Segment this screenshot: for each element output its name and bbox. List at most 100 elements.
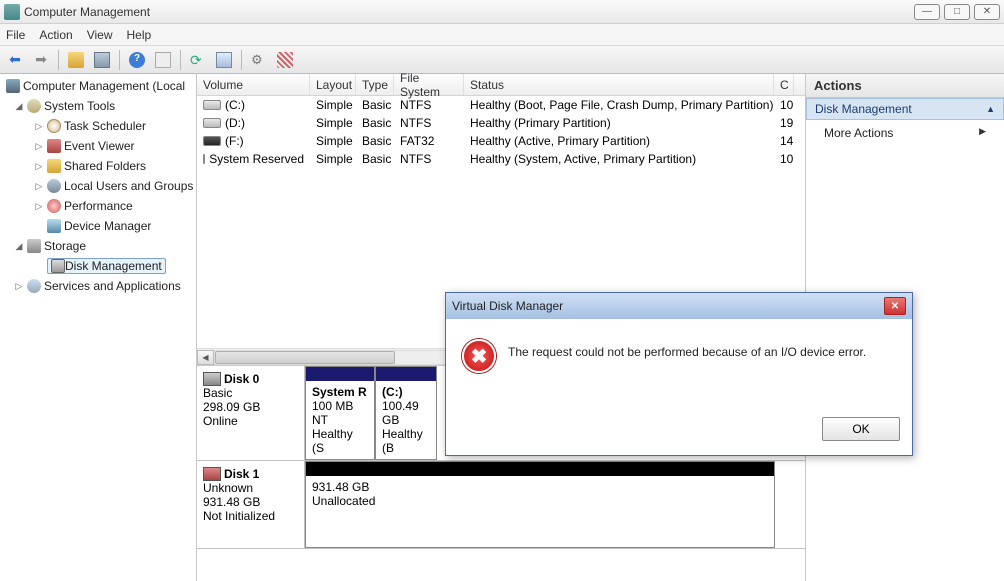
tree-device-manager[interactable]: Device Manager	[64, 219, 151, 233]
expand-icon[interactable]: ▷	[34, 141, 44, 152]
back-button[interactable]	[4, 49, 26, 71]
help-icon: ?	[129, 52, 145, 68]
col-type[interactable]: Type	[356, 74, 394, 95]
volume-row[interactable]: (F:)SimpleBasicFAT32Healthy (Active, Pri…	[197, 132, 805, 150]
tb-list-button[interactable]	[213, 49, 235, 71]
dialog-titlebar[interactable]: Virtual Disk Manager ✕	[446, 293, 912, 319]
expand-icon[interactable]: ▷	[34, 121, 44, 132]
toolbar-separator	[180, 50, 181, 70]
volume-name: (D:)	[225, 116, 245, 130]
expand-icon[interactable]: ▷	[34, 201, 44, 212]
tb-help-button[interactable]: ?	[126, 49, 148, 71]
properties-icon	[94, 52, 110, 68]
disk1-partitions: 931.48 GB Unallocated	[305, 461, 805, 548]
services-icon	[27, 279, 41, 293]
menu-action[interactable]: Action	[39, 28, 72, 42]
partition-system-reserved[interactable]: System R 100 MB NT Healthy (S	[305, 366, 375, 460]
expand-icon[interactable]: ▷	[34, 181, 44, 192]
tree-event-viewer[interactable]: Event Viewer	[64, 139, 134, 153]
drive-icon	[203, 100, 221, 110]
partition-c[interactable]: (C:) 100.49 GB Healthy (B	[375, 366, 437, 460]
partition-header	[376, 367, 436, 381]
menu-view[interactable]: View	[87, 28, 113, 42]
error-icon: ✖	[462, 339, 496, 373]
arrow-left-icon	[9, 51, 21, 68]
disk-row: Disk 1 Unknown 931.48 GB Not Initialized…	[197, 461, 805, 549]
volume-filesystem: FAT32	[394, 134, 464, 148]
volume-type: Basic	[356, 116, 394, 130]
volume-row[interactable]: System ReservedSimpleBasicNTFSHealthy (S…	[197, 150, 805, 168]
volume-name: System Reserved	[209, 152, 304, 166]
expand-icon[interactable]: ◢	[14, 241, 24, 252]
ok-button[interactable]: OK	[822, 417, 900, 441]
submenu-icon: ▶	[979, 126, 986, 140]
drive-icon	[203, 118, 221, 128]
volume-status: Healthy (System, Active, Primary Partiti…	[464, 152, 774, 166]
expand-icon[interactable]: ◢	[14, 101, 24, 112]
tree-task-scheduler[interactable]: Task Scheduler	[64, 119, 146, 133]
tree-system-tools[interactable]: System Tools	[44, 99, 115, 113]
partition-unallocated[interactable]: 931.48 GB Unallocated	[305, 461, 775, 548]
tree-performance[interactable]: Performance	[64, 199, 133, 213]
tree-services[interactable]: Services and Applications	[44, 279, 181, 293]
window-title: Computer Management	[24, 5, 910, 19]
volume-capacity: 14	[774, 134, 794, 148]
partition-header	[306, 367, 374, 381]
disk-icon	[203, 372, 221, 386]
navigation-tree: Computer Management (Local ◢ System Tools…	[0, 74, 197, 581]
tb-refresh-button[interactable]	[187, 49, 209, 71]
col-capacity[interactable]: C	[774, 74, 794, 95]
tree-root[interactable]: Computer Management (Local	[23, 79, 185, 93]
tb-stripes-button[interactable]	[274, 49, 296, 71]
storage-icon	[27, 239, 41, 253]
actions-section-disk-management[interactable]: Disk Management ▲	[806, 98, 1004, 120]
disk-error-icon	[203, 467, 221, 481]
maximize-button[interactable]: □	[944, 4, 970, 20]
tb-properties-button[interactable]	[91, 49, 113, 71]
tb-sheet-button[interactable]	[152, 49, 174, 71]
toolbar-separator	[119, 50, 120, 70]
performance-icon	[47, 199, 61, 213]
volume-layout: Simple	[310, 116, 356, 130]
col-status[interactable]: Status	[464, 74, 774, 95]
col-filesystem[interactable]: File System	[394, 74, 464, 95]
forward-button[interactable]	[30, 49, 52, 71]
drive-icon	[203, 154, 205, 164]
actions-header: Actions	[806, 74, 1004, 98]
event-viewer-icon	[47, 139, 61, 153]
dialog-close-button[interactable]: ✕	[884, 297, 906, 315]
tree-disk-management[interactable]: Disk Management	[47, 258, 166, 274]
tree-storage[interactable]: Storage	[44, 239, 86, 253]
volume-row[interactable]: (C:)SimpleBasicNTFSHealthy (Boot, Page F…	[197, 96, 805, 114]
tree-shared-folders[interactable]: Shared Folders	[64, 159, 146, 173]
col-layout[interactable]: Layout	[310, 74, 356, 95]
expand-icon[interactable]: ▷	[34, 161, 44, 172]
scroll-left-button[interactable]: ◀	[197, 350, 214, 365]
tree-local-users[interactable]: Local Users and Groups	[64, 179, 193, 193]
toolbar-separator	[241, 50, 242, 70]
folder-icon	[68, 52, 84, 68]
volume-type: Basic	[356, 134, 394, 148]
menu-help[interactable]: Help	[127, 28, 152, 42]
actions-more-actions[interactable]: More Actions ▶	[806, 120, 1004, 146]
minimize-button[interactable]: —	[914, 4, 940, 20]
volume-filesystem: NTFS	[394, 116, 464, 130]
col-volume[interactable]: Volume	[197, 74, 310, 95]
shared-folders-icon	[47, 159, 61, 173]
expand-icon[interactable]: ▷	[14, 281, 24, 292]
disk1-label[interactable]: Disk 1 Unknown 931.48 GB Not Initialized	[197, 461, 305, 548]
volume-capacity: 10	[774, 152, 794, 166]
sheet-icon	[155, 52, 171, 68]
menu-file[interactable]: File	[6, 28, 25, 42]
tb-settings-button[interactable]	[248, 49, 270, 71]
computer-management-icon	[6, 79, 20, 93]
tb-folder-button[interactable]	[65, 49, 87, 71]
volume-list-header: Volume Layout Type File System Status C	[197, 74, 805, 96]
stripes-icon	[277, 52, 293, 68]
scroll-thumb[interactable]	[215, 351, 395, 364]
dialog-body: ✖ The request could not be performed bec…	[446, 319, 912, 409]
refresh-icon	[190, 52, 206, 68]
volume-row[interactable]: (D:)SimpleBasicNTFSHealthy (Primary Part…	[197, 114, 805, 132]
close-button[interactable]: ✕	[974, 4, 1000, 20]
disk0-label[interactable]: Disk 0 Basic 298.09 GB Online	[197, 366, 305, 460]
